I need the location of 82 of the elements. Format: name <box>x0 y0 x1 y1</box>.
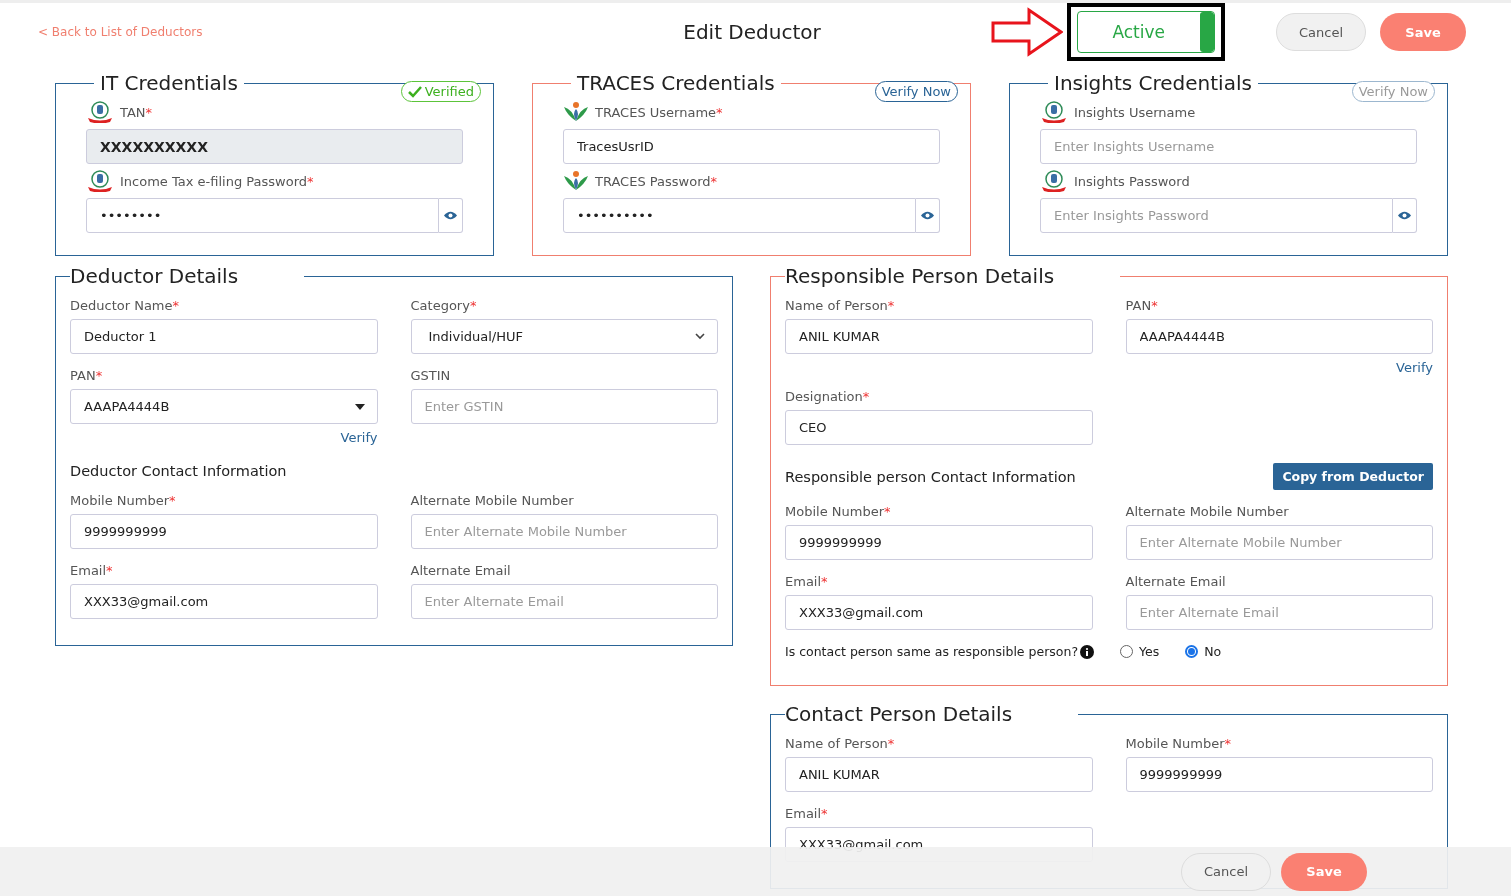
section-title: Deductor Details <box>70 264 240 288</box>
field-label: Alternate Email <box>1125 574 1227 589</box>
input-field[interactable]: 9999999999 <box>785 525 1093 560</box>
radio-button[interactable] <box>1185 645 1199 658</box>
field-label: PAN* <box>70 368 104 383</box>
password-field[interactable]: Enter Insights Password <box>1040 198 1393 233</box>
input-field[interactable]: ANIL KUMAR <box>785 757 1093 792</box>
section-title: IT Credentials <box>99 71 239 95</box>
field-label: Email* <box>785 574 829 589</box>
field-label: Deductor Name* <box>70 298 181 313</box>
field-label: PAN* <box>1125 298 1159 313</box>
input-field[interactable]: AAAPA4444B <box>1125 319 1433 354</box>
radio-option[interactable]: Yes <box>1120 644 1160 659</box>
cancel-button[interactable]: Cancel <box>1181 852 1272 891</box>
radio-option[interactable]: No <box>1185 644 1222 659</box>
section-title: Contact Person Details <box>785 702 1014 726</box>
field-label: Alternate Email <box>410 563 512 578</box>
field-label: TRACES Password* <box>595 173 717 189</box>
subsection-heading: Responsible person Contact Information <box>785 468 1076 485</box>
show-password-button[interactable] <box>916 198 940 233</box>
copy-button[interactable]: Copy from Deductor <box>1273 463 1433 490</box>
eye-icon <box>921 211 934 220</box>
field-label: Mobile Number* <box>1125 736 1232 751</box>
emblem-icon <box>86 170 114 192</box>
subsection-heading: Deductor Contact Information <box>70 463 287 479</box>
section-title: Responsible Person Details <box>785 264 1056 288</box>
field-label: Mobile Number* <box>785 504 892 519</box>
field-label: Alternate Mobile Number <box>1125 504 1290 519</box>
field-label: Name of Person* <box>785 736 896 751</box>
password-field[interactable]: •••••••••• <box>563 198 916 233</box>
leaf-logo-icon <box>563 101 589 123</box>
chevron-down-icon <box>695 333 705 340</box>
input-field[interactable]: Enter Insights Username <box>1040 129 1417 164</box>
input-field[interactable]: 9999999999 <box>70 514 378 549</box>
input-field[interactable]: 9999999999 <box>1125 757 1433 792</box>
input-field[interactable]: Deductor 1 <box>70 319 378 354</box>
field-label: Email* <box>70 563 114 578</box>
info-icon <box>1080 644 1094 659</box>
select-field[interactable]: AAAPA4444B <box>70 389 378 424</box>
section-title: TRACES Credentials <box>576 71 776 95</box>
emblem-icon <box>86 101 114 123</box>
input-field[interactable]: Enter GSTIN <box>410 389 718 424</box>
field-label: Category* <box>410 298 478 313</box>
verify-link[interactable]: Verify <box>1396 360 1433 375</box>
input-field[interactable]: Enter Alternate Mobile Number <box>410 514 718 549</box>
password-field[interactable]: •••••••• <box>86 198 439 233</box>
input-field[interactable]: XXX33@gmail.com <box>70 584 378 619</box>
show-password-button[interactable] <box>1393 198 1417 233</box>
emblem-icon <box>1040 170 1068 192</box>
field-label: Insights Password <box>1074 173 1190 189</box>
field-label: GSTIN <box>410 368 452 383</box>
field-label: Alternate Mobile Number <box>410 493 575 508</box>
input-field[interactable]: Enter Alternate Email <box>1125 595 1433 630</box>
field-label: Email* <box>785 806 829 821</box>
field-label: Insights Username <box>1074 104 1196 120</box>
field-label: Income Tax e-filing Password* <box>120 173 314 189</box>
select-field[interactable]: Individual/HUF <box>410 319 718 354</box>
cancel-button[interactable]: Cancel <box>1275 13 1366 51</box>
input-field[interactable]: Enter Alternate Email <box>410 584 718 619</box>
verify-link[interactable]: Verify <box>340 430 378 445</box>
input-field[interactable]: ANIL KUMAR <box>785 319 1093 354</box>
field-label: TRACES Username* <box>595 104 723 120</box>
question-text: Is contact person same as responsible person? <box>785 644 1078 659</box>
section-title: Insights Credentials <box>1053 71 1253 95</box>
field-label: TAN* <box>120 104 153 120</box>
leaf-logo-icon <box>563 170 589 192</box>
emblem-icon <box>1040 101 1068 123</box>
eye-icon <box>1398 211 1411 220</box>
field-label: Mobile Number* <box>70 493 177 508</box>
caret-down-icon <box>354 403 365 410</box>
input-field[interactable]: CEO <box>785 410 1093 445</box>
field-label: Name of Person* <box>785 298 896 313</box>
arrow-annotation-icon <box>990 7 1063 57</box>
check-icon <box>407 85 422 98</box>
input-field[interactable]: TracesUsrID <box>563 129 940 164</box>
eye-icon <box>444 211 457 220</box>
verify-badge[interactable]: Verify Now <box>874 81 958 102</box>
input-field[interactable]: XXX33@gmail.com <box>785 595 1093 630</box>
show-password-button[interactable] <box>439 198 463 233</box>
page-title: Edit Deductor <box>683 20 821 44</box>
input-field[interactable]: Enter Alternate Mobile Number <box>1125 525 1433 560</box>
field-label: Designation* <box>785 389 871 404</box>
